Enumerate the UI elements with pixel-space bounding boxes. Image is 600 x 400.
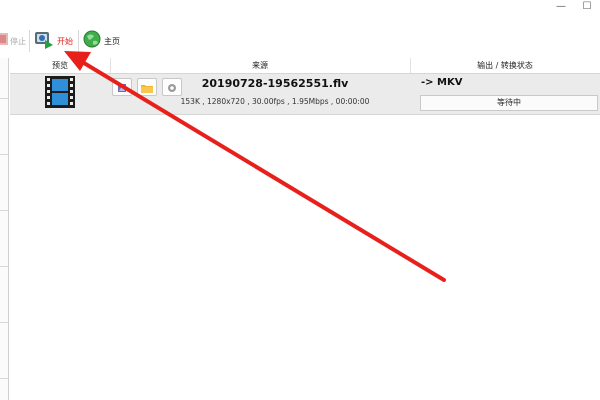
globe-home-icon [82,29,102,53]
convert-start-icon [33,28,55,54]
column-header-source[interactable]: 来源 [110,58,411,73]
home-button[interactable]: 主页 [82,26,120,56]
start-button[interactable]: 开始 [33,26,73,56]
source-filename: 20190728-19562551.flv [201,77,349,90]
home-label: 主页 [104,36,120,46]
window-controls: — ☐ [548,0,600,14]
conversion-status[interactable]: 等待中 [420,95,598,111]
stop-icon [0,29,8,53]
toolbar-separator [78,30,79,52]
panel-divider [0,378,8,379]
left-panel [0,58,9,400]
conversion-table: 预览 来源 输出 / 转换状态 20190728-19562551.flv 15… [10,58,600,115]
video-file-icon [45,76,75,108]
column-header-preview[interactable]: 预览 [10,58,111,73]
stop-label: 停止 [10,36,26,46]
table-row[interactable]: 20190728-19562551.flv 153K , 1280x720 , … [10,74,600,115]
minimize-button[interactable]: — [548,0,574,14]
output-format: -> MKV [421,77,463,88]
panel-divider [0,154,8,155]
table-header: 预览 来源 输出 / 转换状态 [10,58,600,74]
panel-divider [0,322,8,323]
panel-divider [0,98,8,99]
toolbar-separator [29,30,30,52]
start-label: 开始 [57,36,73,46]
source-file-info: 153K , 1280x720 , 30.00fps , 1.95Mbps , … [180,97,370,106]
panel-divider [0,266,8,267]
panel-divider [0,210,8,211]
maximize-button[interactable]: ☐ [574,0,600,14]
stop-button[interactable]: 停止 [0,26,26,56]
toolbar: 停止 开始 主页 [0,26,600,58]
column-header-output[interactable]: 输出 / 转换状态 [410,58,600,73]
